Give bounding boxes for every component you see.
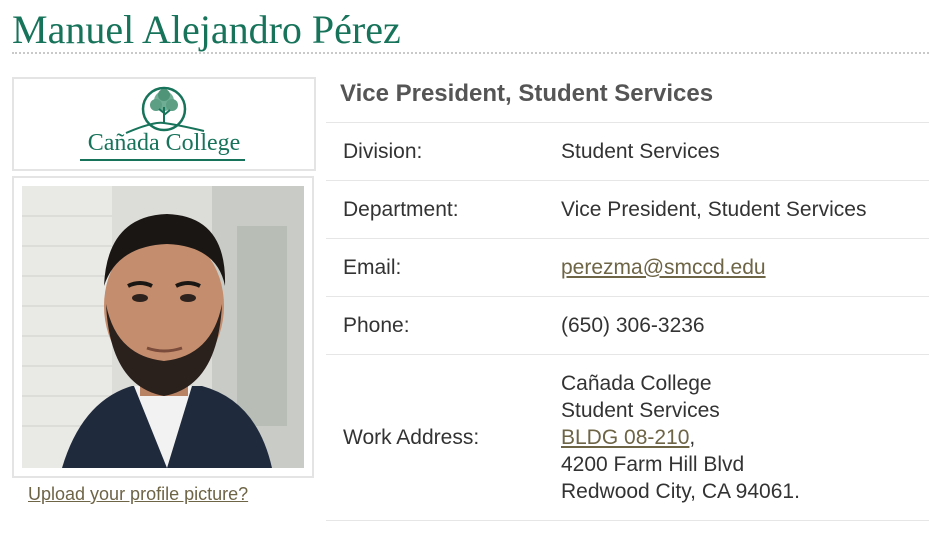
table-row: Department: Vice President, Student Serv… bbox=[326, 180, 929, 239]
phone-value: (650) 306-3236 bbox=[561, 313, 705, 337]
division-label: Division: bbox=[343, 139, 423, 163]
work-address-value: Cañada College Student Services BLDG 08-… bbox=[561, 355, 929, 521]
address-street: 4200 Farm Hill Blvd bbox=[561, 453, 745, 476]
email-label: Email: bbox=[343, 255, 402, 279]
profile-photo bbox=[22, 186, 304, 468]
address-college: Cañada College bbox=[561, 372, 712, 395]
department-label: Department: bbox=[343, 197, 459, 221]
division-value: Student Services bbox=[561, 139, 720, 163]
phone-label: Phone: bbox=[343, 313, 410, 337]
page-title: Manuel Alejandro Pérez bbox=[12, 7, 401, 52]
building-suffix: , bbox=[689, 426, 696, 449]
college-logo: Cañada College bbox=[12, 77, 316, 171]
logo-underline bbox=[80, 159, 245, 161]
address-building-line: BLDG 08-210, bbox=[561, 424, 929, 451]
building-link[interactable]: BLDG 08-210 bbox=[561, 426, 689, 449]
table-row: Email: perezma@smccd.edu bbox=[326, 238, 929, 297]
title-divider bbox=[12, 52, 929, 54]
upload-profile-picture-link[interactable]: Upload your profile picture? bbox=[28, 484, 248, 505]
work-address-label: Work Address: bbox=[343, 425, 480, 449]
table-row: Work Address: Cañada College Student Ser… bbox=[326, 354, 929, 521]
email-link[interactable]: perezma@smccd.edu bbox=[561, 256, 766, 279]
logo-wordmark: Cañada College bbox=[87, 130, 241, 156]
table-row: Phone: (650) 306-3236 bbox=[326, 296, 929, 355]
profile-photo-frame bbox=[12, 176, 314, 478]
department-value: Vice President, Student Services bbox=[561, 197, 867, 221]
table-row: Division: Student Services bbox=[326, 122, 929, 181]
profile-page: Manuel Alejandro Pérez Cañada College Up… bbox=[0, 0, 929, 541]
address-city: Redwood City, CA 94061. bbox=[561, 480, 800, 503]
address-department: Student Services bbox=[561, 399, 720, 422]
job-title: Vice President, Student Services bbox=[340, 80, 714, 107]
details-table: Division: Student Services Department: V… bbox=[326, 122, 929, 521]
